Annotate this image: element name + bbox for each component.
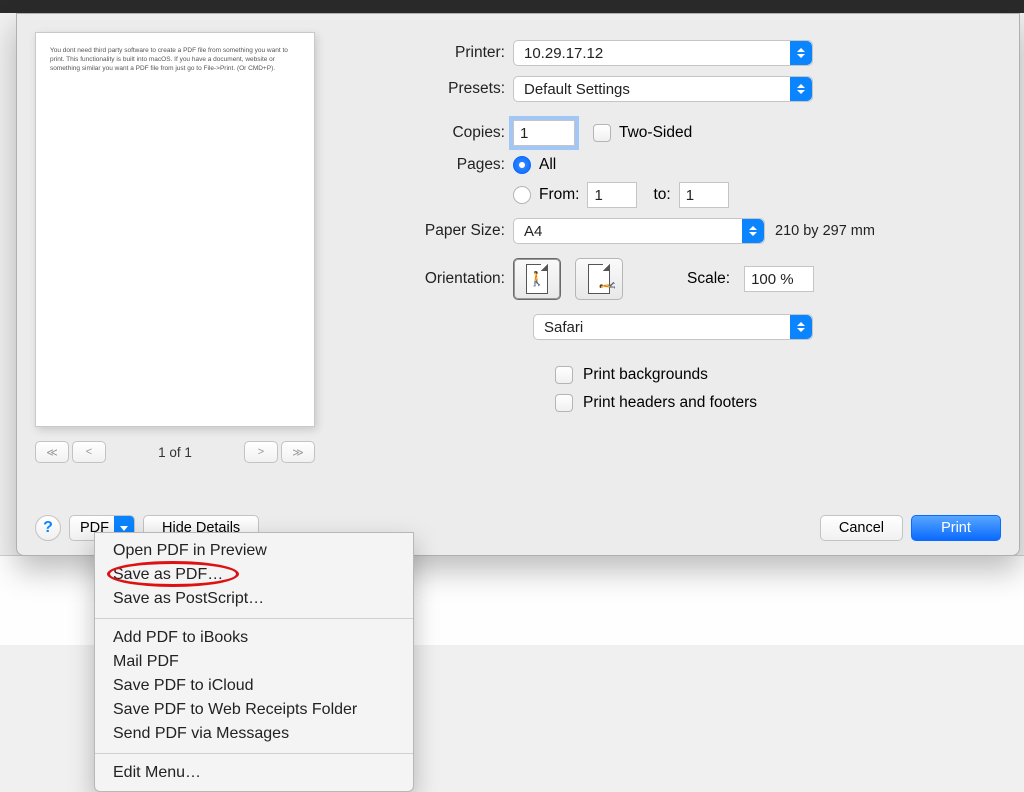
orientation-portrait-button[interactable]: 🚶	[513, 258, 561, 300]
menu-edit-menu[interactable]: Edit Menu…	[95, 761, 413, 785]
updown-icon	[742, 219, 764, 243]
copies-input[interactable]	[513, 120, 575, 146]
page-prev-button[interactable]: <	[72, 441, 106, 463]
menu-send-via-messages[interactable]: Send PDF via Messages	[95, 722, 413, 746]
print-backgrounds-checkbox[interactable]	[555, 366, 573, 384]
menu-save-to-icloud[interactable]: Save PDF to iCloud	[95, 674, 413, 698]
preview-column: You dont need third party software to cr…	[35, 32, 315, 497]
pages-from-label: From:	[539, 186, 579, 204]
print-backgrounds-label: Print backgrounds	[583, 366, 708, 384]
page-next-button[interactable]: >	[244, 441, 278, 463]
pages-to-input[interactable]	[679, 182, 729, 208]
help-button[interactable]: ?	[35, 515, 61, 541]
preview-text: You dont need third party software to cr…	[50, 47, 288, 72]
print-dialog: You dont need third party software to cr…	[16, 13, 1020, 556]
menu-separator	[95, 753, 413, 754]
pages-from-input[interactable]	[587, 182, 637, 208]
scale-label: Scale:	[687, 270, 730, 288]
two-sided-label: Two-Sided	[619, 124, 692, 142]
paper-size-note: 210 by 297 mm	[775, 223, 875, 239]
print-headers-checkbox[interactable]	[555, 394, 573, 412]
updown-icon	[790, 41, 812, 65]
preview-pager: ≪ < 1 of 1 > ≫	[35, 441, 315, 463]
menu-open-pdf-preview[interactable]: Open PDF in Preview	[95, 539, 413, 563]
pdf-dropdown-menu: Open PDF in Preview Save as PDF… Save as…	[94, 532, 414, 792]
presets-select[interactable]: Default Settings	[513, 76, 813, 102]
menu-save-as-postscript[interactable]: Save as PostScript…	[95, 587, 413, 611]
printer-label: Printer:	[385, 44, 513, 62]
preview-page: You dont need third party software to cr…	[35, 32, 315, 427]
updown-icon	[790, 315, 812, 339]
print-button[interactable]: Print	[911, 515, 1001, 541]
pages-label: Pages:	[385, 156, 513, 174]
printer-select[interactable]: 10.29.17.12	[513, 40, 813, 66]
orientation-landscape-button[interactable]: 🚶	[575, 258, 623, 300]
scale-input[interactable]	[744, 266, 814, 292]
cancel-button[interactable]: Cancel	[820, 515, 903, 541]
print-options: Printer: 10.29.17.12 Presets: Default Se…	[385, 32, 1001, 497]
pages-from-radio[interactable]	[513, 186, 531, 204]
menu-save-to-web-receipts[interactable]: Save PDF to Web Receipts Folder	[95, 698, 413, 722]
two-sided-checkbox[interactable]	[593, 124, 611, 142]
paper-size-select[interactable]: A4	[513, 218, 765, 244]
portrait-icon: 🚶	[526, 264, 548, 294]
app-options-select[interactable]: Safari	[533, 314, 813, 340]
paper-size-label: Paper Size:	[385, 222, 513, 240]
menu-save-as-pdf[interactable]: Save as PDF…	[95, 563, 413, 587]
orientation-label: Orientation:	[385, 270, 513, 288]
page-counter: 1 of 1	[158, 445, 192, 460]
pages-to-label: to:	[653, 186, 670, 204]
menu-separator	[95, 618, 413, 619]
landscape-icon: 🚶	[588, 264, 610, 294]
print-headers-label: Print headers and footers	[583, 394, 757, 412]
page-first-button[interactable]: ≪	[35, 441, 69, 463]
menu-add-to-ibooks[interactable]: Add PDF to iBooks	[95, 626, 413, 650]
page-last-button[interactable]: ≫	[281, 441, 315, 463]
presets-label: Presets:	[385, 80, 513, 98]
pages-all-radio[interactable]	[513, 156, 531, 174]
updown-icon	[790, 77, 812, 101]
menu-mail-pdf[interactable]: Mail PDF	[95, 650, 413, 674]
copies-label: Copies:	[385, 124, 513, 142]
pages-all-label: All	[539, 156, 556, 174]
background-strip	[0, 0, 1024, 13]
